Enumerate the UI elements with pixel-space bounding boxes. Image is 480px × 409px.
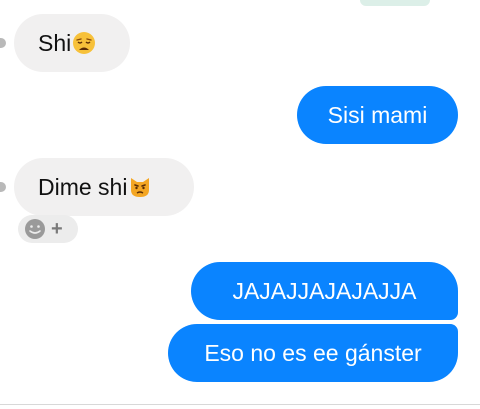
plus-icon: + [51,218,63,240]
incoming-message[interactable]: Shi [14,14,130,72]
message-text: Shi [38,29,72,56]
outgoing-message[interactable]: Eso no es ee gánster [168,324,458,382]
pouting-cat-emoji-icon [131,178,150,197]
add-reaction-button[interactable]: + [18,215,78,243]
previous-message-edge [360,0,430,6]
sender-avatar [0,38,6,48]
message-text: Sisi mami [327,101,428,128]
weary-face-emoji-icon [73,32,96,54]
incoming-message[interactable]: Dime shi [14,158,194,216]
message-text: Dime shi [38,173,128,200]
outgoing-message[interactable]: JAJAJJAJAJAJJA [191,262,458,320]
outgoing-message[interactable]: Sisi mami [297,86,458,144]
divider [0,404,480,405]
smiley-icon [25,219,45,239]
message-text: Eso no es ee gánster [204,339,422,366]
sender-avatar [0,182,6,192]
message-text: JAJAJJAJAJAJJA [232,277,417,304]
